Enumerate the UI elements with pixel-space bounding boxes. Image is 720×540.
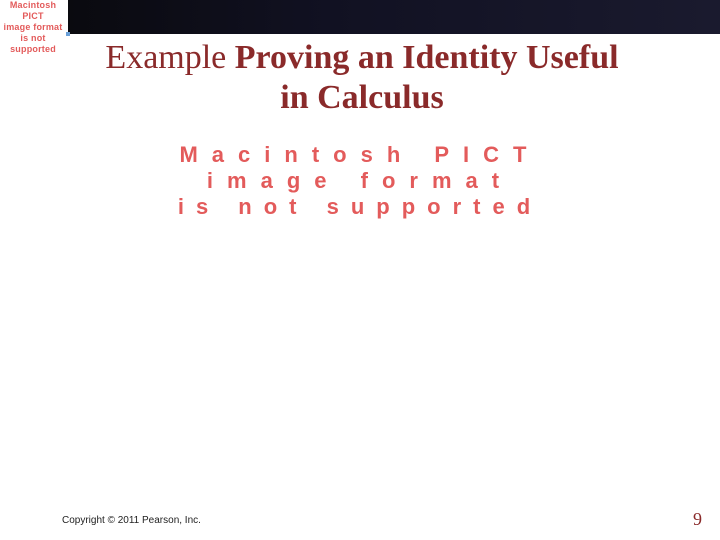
title-word-example: Example <box>105 39 226 76</box>
pict-large-line3: is not supported <box>40 194 680 220</box>
title-rest-line1: Proving an Identity Useful <box>235 39 619 76</box>
title-line2: in Calculus <box>280 79 443 116</box>
slide-title: Example Proving an Identity Useful in Ca… <box>4 38 720 118</box>
copyright-text: Copyright © 2011 Pearson, Inc. <box>62 515 201 526</box>
slide-title-block: Example Proving an Identity Useful in Ca… <box>4 38 720 118</box>
header-dark-strip <box>68 0 720 34</box>
pict-small-line2: image format <box>0 22 66 33</box>
slide-number: 9 <box>693 509 702 530</box>
pict-large-line2: image format <box>40 168 680 194</box>
corner-accent-icon <box>66 32 70 36</box>
pict-small-line1: Macintosh PICT <box>0 0 66 22</box>
pict-unsupported-large: Macintosh PICT image format is not suppo… <box>40 142 680 220</box>
header-bar: Macintosh PICT image format is not suppo… <box>0 0 720 34</box>
pict-large-line1: Macintosh PICT <box>40 142 680 168</box>
pict-unsupported-small: Macintosh PICT image format is not suppo… <box>0 0 66 33</box>
